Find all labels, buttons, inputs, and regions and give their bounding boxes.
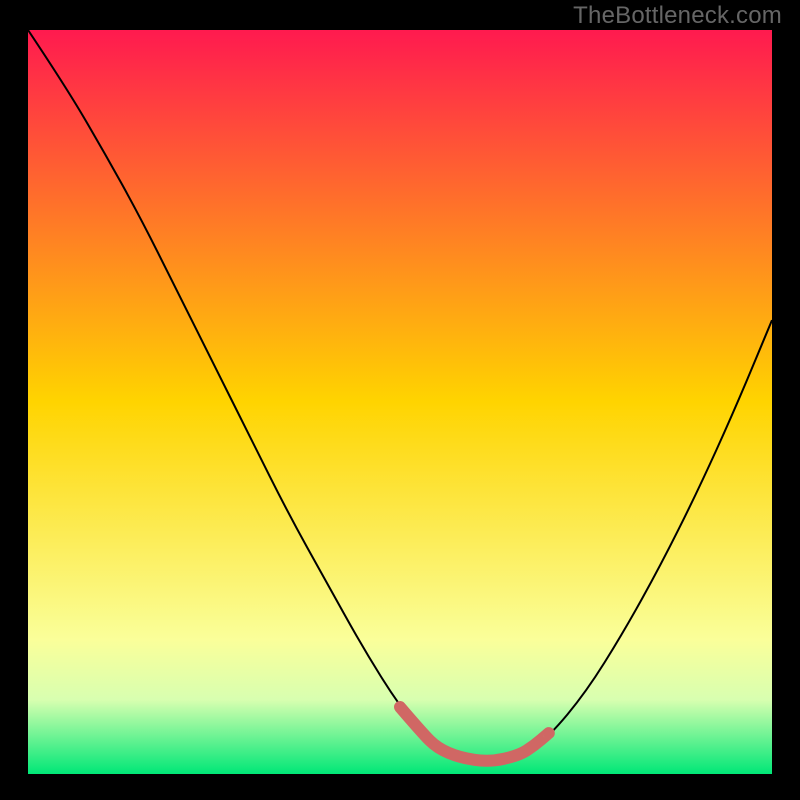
gradient-background (28, 30, 772, 774)
chart-svg (28, 30, 772, 774)
watermark-text: TheBottleneck.com (573, 2, 782, 30)
chart-frame: TheBottleneck.com (0, 0, 800, 800)
chart-plot (28, 30, 772, 774)
